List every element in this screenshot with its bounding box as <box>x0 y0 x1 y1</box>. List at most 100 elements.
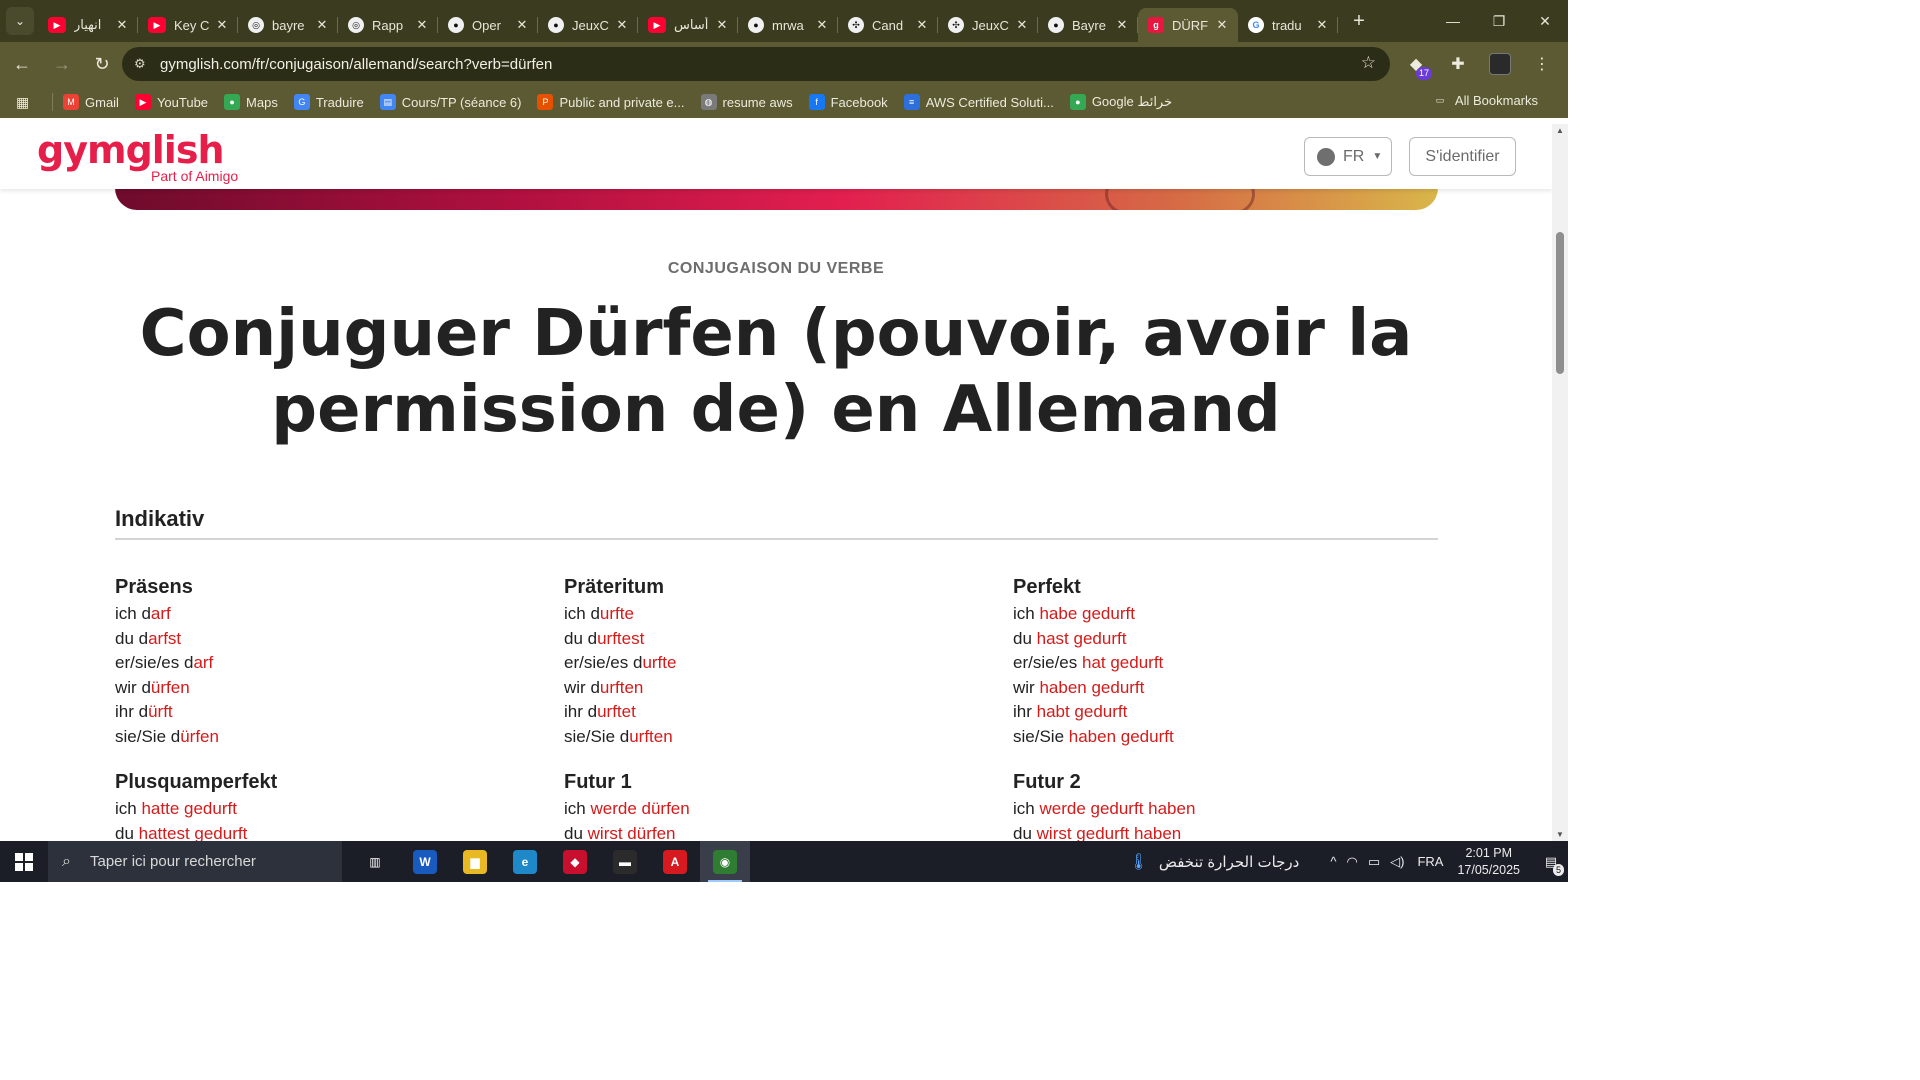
chrome-app[interactable]: ◉ <box>700 841 750 882</box>
input-language[interactable]: FRA <box>1417 854 1443 869</box>
tab-close-icon[interactable]: ✕ <box>414 17 430 33</box>
bookmark-favicon-icon: ▶ <box>134 94 151 110</box>
scroll-up-arrow[interactable]: ▲ <box>1555 126 1565 135</box>
task-view-app[interactable]: ▥ <box>350 841 400 882</box>
tab-close-icon[interactable]: ✕ <box>614 17 630 33</box>
tab-close-icon[interactable]: ✕ <box>814 17 830 33</box>
tab-close-icon[interactable]: ✕ <box>214 17 230 33</box>
page-title: Conjuguer Dürfen (pouvoir, avoir la perm… <box>0 296 1552 448</box>
edge-app[interactable]: e <box>500 841 550 882</box>
chrome-menu-icon[interactable]: ⋮ <box>1524 46 1560 82</box>
browser-tab[interactable]: ● Oper ✕ <box>438 8 538 42</box>
bookmark-favicon-icon: M <box>63 94 79 110</box>
login-button[interactable]: S'identifier <box>1409 137 1516 176</box>
tab-close-icon[interactable]: ✕ <box>1014 17 1030 33</box>
bookmark-star-icon[interactable]: ☆ <box>1361 53 1376 73</box>
restore-button[interactable]: ❐ <box>1476 0 1522 42</box>
conjugation-row: du wirst gedurft haben <box>1013 822 1433 842</box>
scroll-down-arrow[interactable]: ▼ <box>1555 830 1565 839</box>
browser-tab[interactable]: ▶ أساس ✕ <box>638 8 738 42</box>
pronoun-stem: ich <box>564 799 591 818</box>
volume-icon[interactable]: ◁) <box>1390 854 1404 870</box>
notification-center-button[interactable]: ▤ 5 <box>1534 841 1568 882</box>
address-bar[interactable]: ⚙ gymglish.com/fr/conjugaison/allemand/s… <box>122 47 1390 81</box>
extension-badge: 17 <box>1415 67 1432 80</box>
bookmark-item[interactable]: P Public and private e... <box>537 94 685 110</box>
gymglish-logo[interactable]: gymglish Part of Aimigo <box>37 128 238 184</box>
tab-title: Oper <box>472 17 501 33</box>
pronoun-stem: ich d <box>115 604 151 623</box>
tab-close-icon[interactable]: ✕ <box>1214 17 1230 33</box>
tab-close-icon[interactable]: ✕ <box>914 17 930 33</box>
bookmark-item[interactable]: ▶ YouTube <box>134 94 208 110</box>
clock[interactable]: 2:01 PM 17/05/2025 <box>1457 845 1520 879</box>
conjugation-row: ihr dürft <box>115 700 535 725</box>
tab-close-icon[interactable]: ✕ <box>714 17 730 33</box>
scrollbar-thumb[interactable] <box>1556 232 1564 374</box>
back-button[interactable]: ← <box>4 46 40 82</box>
word-app[interactable]: W <box>400 841 450 882</box>
terminal-app[interactable]: ▬ <box>600 841 650 882</box>
browser-tab[interactable]: ▶ انهيار ✕ <box>38 8 138 42</box>
bookmark-label: Google خرائط <box>1091 94 1173 109</box>
search-icon: ⌕ <box>62 852 71 870</box>
browser-tab[interactable]: ✣ JeuxC ✕ <box>938 8 1038 42</box>
pronoun-stem: du <box>564 823 588 842</box>
apps-grid-icon[interactable]: ▦ <box>16 94 34 111</box>
extension-icon[interactable]: ◆ 17 <box>1398 46 1434 82</box>
network-icon[interactable]: ◠ <box>1346 854 1357 870</box>
tab-close-icon[interactable]: ✕ <box>514 17 530 33</box>
url-text[interactable]: gymglish.com/fr/conjugaison/allemand/sea… <box>160 56 552 73</box>
browser-tab[interactable]: ● JeuxC ✕ <box>538 8 638 42</box>
bookmark-item[interactable]: G Traduire <box>293 94 364 110</box>
logo-subtitle: Part of Aimigo <box>151 168 239 184</box>
bookmark-item[interactable]: ● Google خرائط <box>1069 94 1173 110</box>
pronoun-stem: er/sie/es <box>1013 653 1082 672</box>
chevron-up-icon[interactable]: ^ <box>1330 854 1336 869</box>
pronoun-stem: sie/Sie <box>1013 726 1069 746</box>
verb-ending: hast gedurft <box>1036 628 1127 648</box>
tab-close-icon[interactable]: ✕ <box>114 17 130 33</box>
battery-icon[interactable]: ▭ <box>1368 854 1380 870</box>
bookmark-item[interactable]: ≡ AWS Certified Soluti... <box>903 94 1054 110</box>
minimize-button[interactable]: — <box>1430 0 1476 42</box>
browser-tab[interactable]: ● mrwa ✕ <box>738 8 838 42</box>
language-dropdown[interactable]: FR ▼ <box>1304 137 1392 176</box>
tab-close-icon[interactable]: ✕ <box>1314 17 1330 33</box>
tab-close-icon[interactable]: ✕ <box>314 17 330 33</box>
bookmark-label: Gmail <box>85 94 119 110</box>
profile-avatar[interactable] <box>1482 46 1518 82</box>
browser-tab[interactable]: Gtradu ✕ <box>1238 8 1338 42</box>
red-app[interactable]: ◆ <box>550 841 600 882</box>
acrobat-app[interactable]: A <box>650 841 700 882</box>
tab-close-icon[interactable]: ✕ <box>1114 17 1130 33</box>
verb-ending: urftest <box>597 628 645 648</box>
weather-widget[interactable]: 🌡 درجات الحرارة تنخفض <box>1129 852 1300 872</box>
new-tab-button[interactable]: + <box>1344 6 1374 36</box>
section-title: Indikativ <box>115 506 205 531</box>
start-button[interactable] <box>0 841 48 882</box>
bookmark-item[interactable]: ● Maps <box>224 94 278 110</box>
site-info-icon[interactable]: ⚙ <box>134 56 154 72</box>
tab-search-menu-button[interactable]: ⌄ <box>6 7 34 35</box>
taskbar-search[interactable]: ⌕ Taper ici pour rechercher <box>48 841 342 882</box>
forward-button[interactable]: → <box>44 46 80 82</box>
bookmark-item[interactable]: ◍ resume aws <box>700 94 793 110</box>
browser-tab[interactable]: ▶ Key C ✕ <box>138 8 238 42</box>
browser-tab[interactable]: g DÜRF ✕ <box>1138 8 1238 42</box>
bookmark-item[interactable]: ▤ Cours/TP (séance 6) <box>379 94 521 110</box>
reload-button[interactable]: ↻ <box>84 46 120 82</box>
browser-tab[interactable]: ✣ Cand ✕ <box>838 8 938 42</box>
browser-tab[interactable]: ● Bayre ✕ <box>1038 8 1138 42</box>
bookmark-item[interactable]: f Facebook <box>808 94 888 110</box>
browser-tab[interactable]: ◎ bayre ✕ <box>238 8 338 42</box>
all-bookmarks-button[interactable]: ▭ All Bookmarks <box>1431 92 1538 108</box>
bookmark-label: Maps <box>246 94 278 110</box>
extensions-puzzle-icon[interactable]: ✚ <box>1440 46 1476 82</box>
bookmark-item[interactable]: M Gmail <box>63 94 119 110</box>
close-window-button[interactable]: ✕ <box>1522 0 1568 42</box>
notification-count: 5 <box>1552 864 1564 876</box>
file-explorer-app[interactable]: ▆ <box>450 841 500 882</box>
vertical-scrollbar[interactable]: ▲ ▼ <box>1552 124 1568 841</box>
browser-tab[interactable]: ◎ Rapp ✕ <box>338 8 438 42</box>
